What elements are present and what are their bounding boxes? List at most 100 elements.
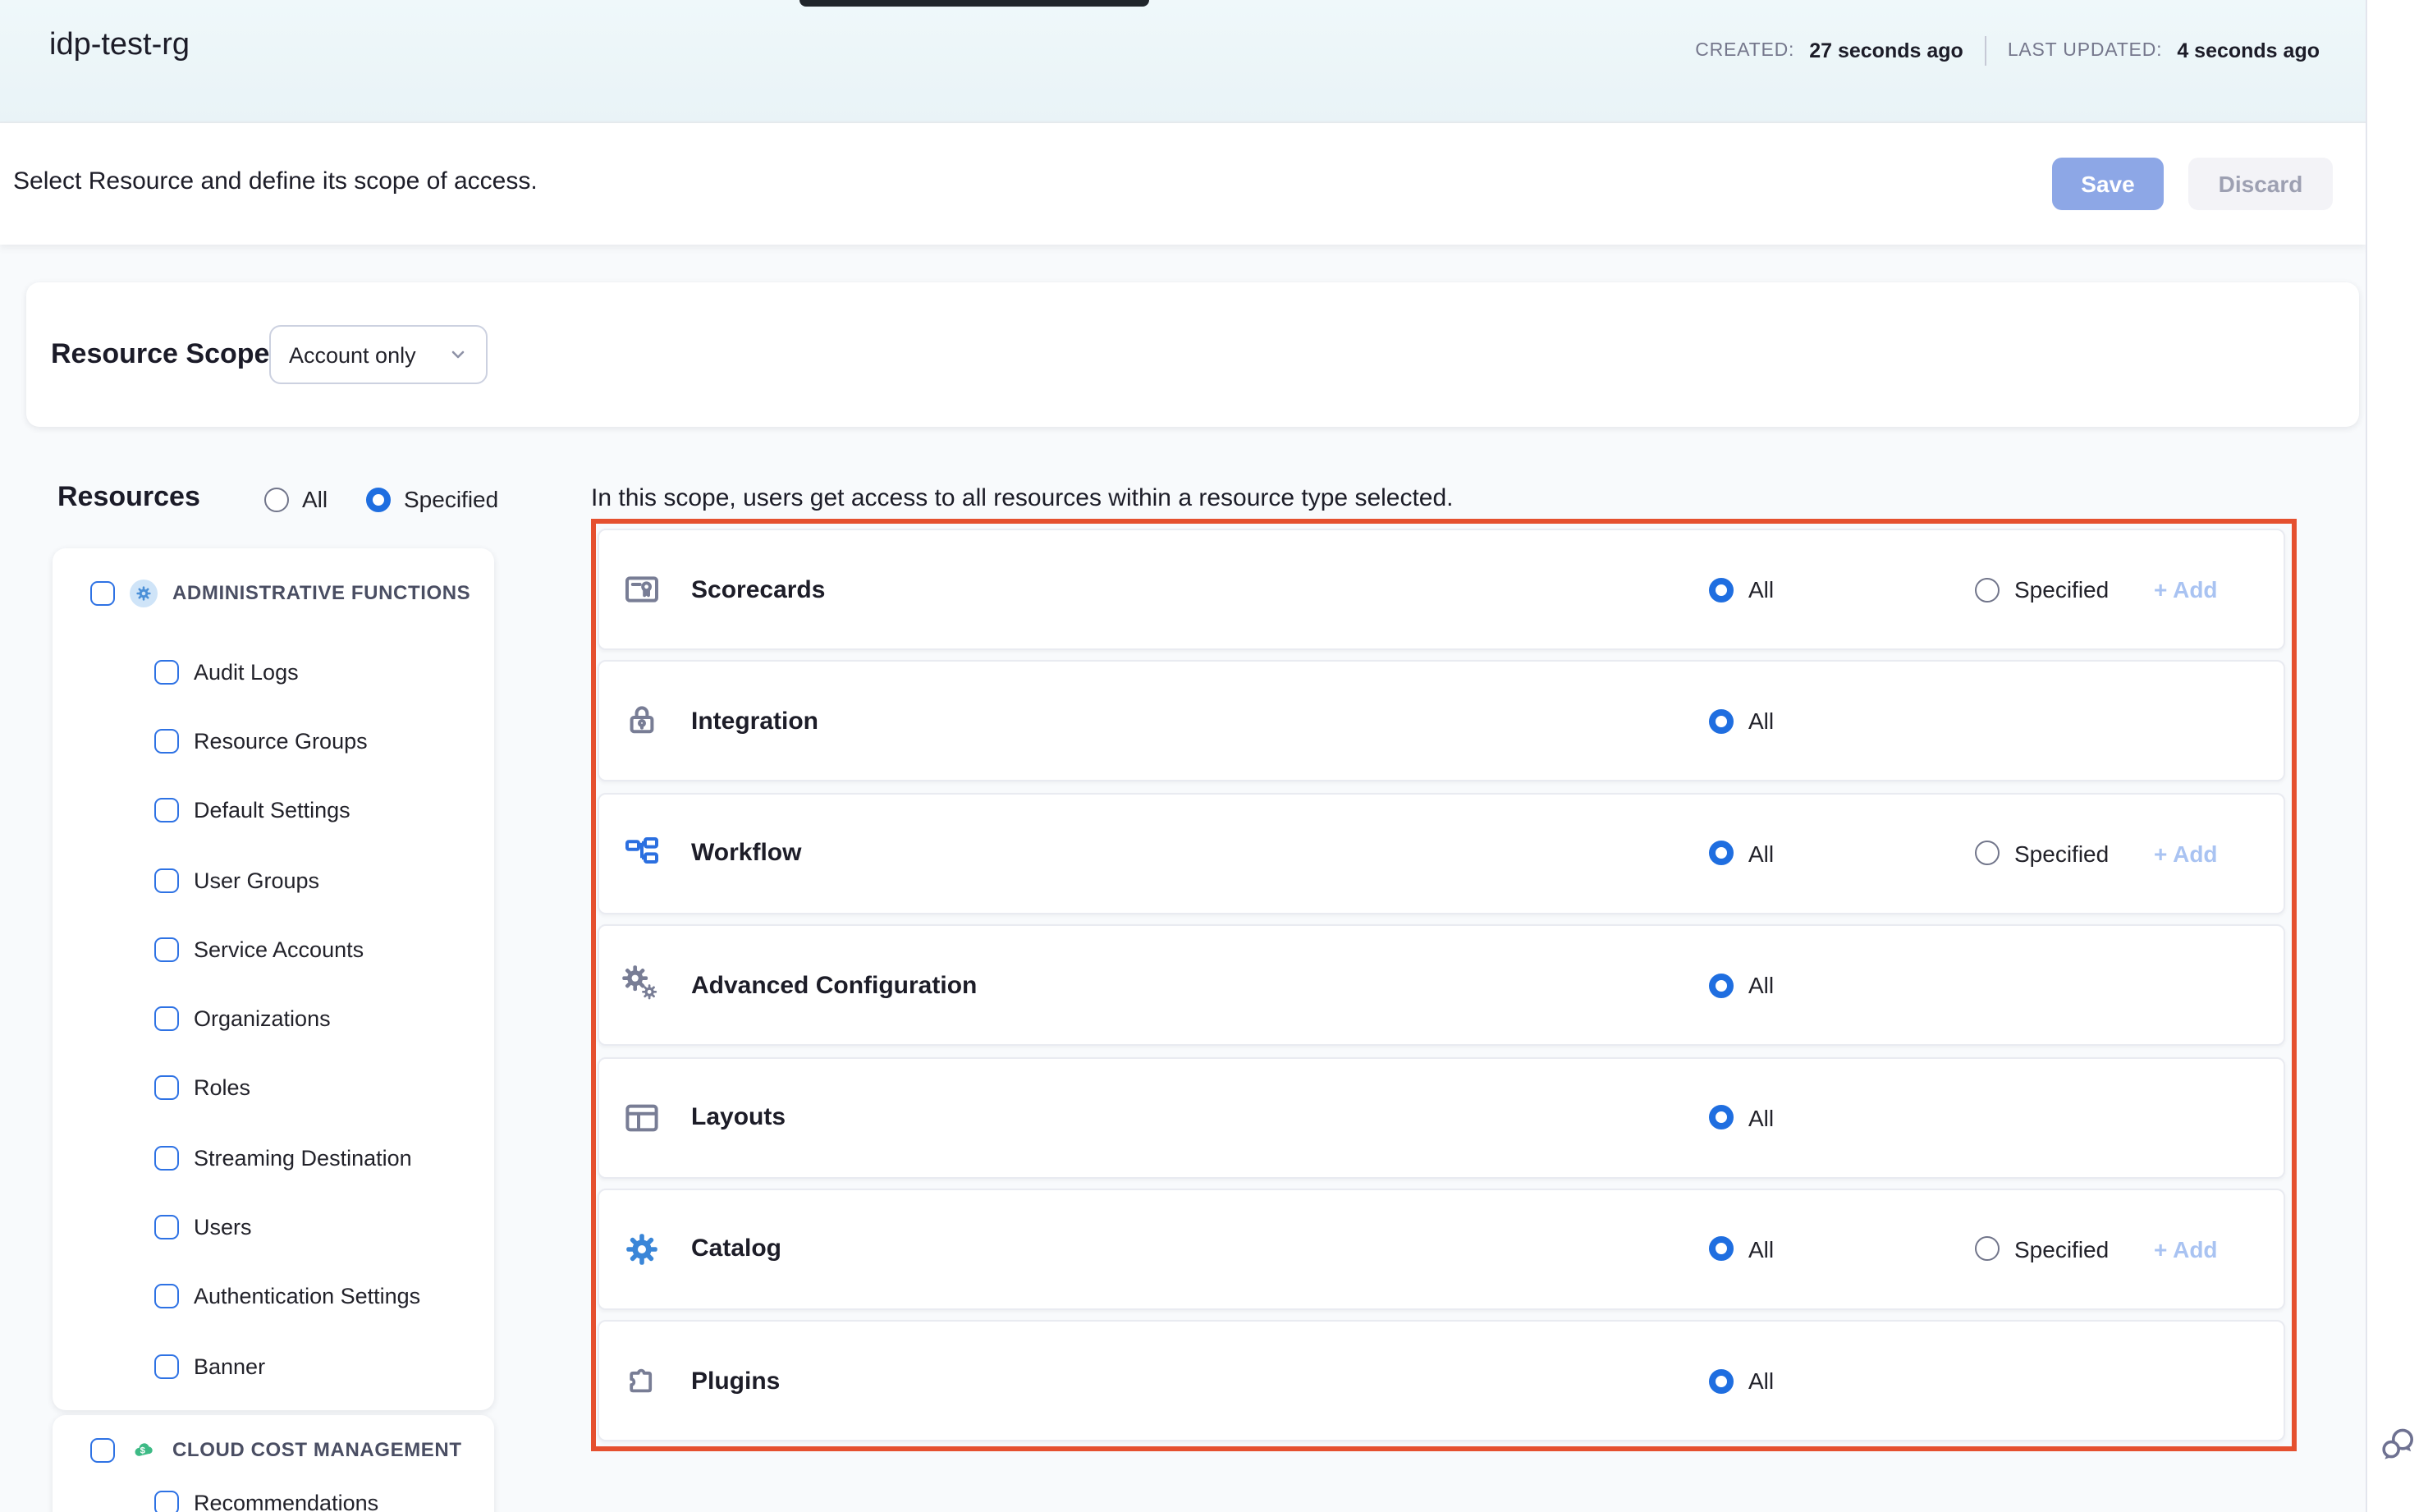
item-checkbox[interactable]: [154, 1076, 179, 1101]
row-add-button[interactable]: + Add: [2154, 576, 2218, 603]
module-checkbox[interactable]: [90, 580, 115, 605]
action-bar: Select Resource and define its scope of …: [0, 123, 2366, 245]
row-all-radio[interactable]: All: [1709, 841, 1774, 867]
right-rail: [2366, 0, 2428, 1512]
sidebar-resource-item[interactable]: Roles: [53, 1054, 494, 1124]
radio-selected-icon[interactable]: [1709, 709, 1734, 734]
row-add-button[interactable]: + Add: [2154, 841, 2218, 867]
item-checkbox[interactable]: [154, 1215, 179, 1239]
updated-value: 4 seconds ago: [2177, 39, 2320, 62]
resources-all-radio[interactable]: All: [264, 486, 328, 512]
row-all-radio[interactable]: All: [1709, 972, 1774, 998]
resource-scope-label: Resource Scope: [51, 338, 269, 371]
radio-selected-icon[interactable]: [1709, 577, 1734, 602]
row-specified-radio[interactable]: Specified: [1975, 1236, 2109, 1262]
resources-specified-label: Specified: [404, 486, 498, 512]
resource-type-row: Scorecards All Specified + Add: [598, 529, 2285, 650]
radio-selected-icon[interactable]: [1709, 1237, 1734, 1262]
resource-type-name: Catalog: [691, 1235, 781, 1263]
resource-scope-dropdown[interactable]: Account only: [269, 325, 488, 384]
item-checkbox[interactable]: [154, 1006, 179, 1031]
row-all-radio[interactable]: All: [1709, 1104, 1774, 1130]
resource-type-row: Catalog All Specified + Add: [598, 1189, 2285, 1310]
resource-type-name: Workflow: [691, 840, 801, 868]
row-add-button[interactable]: + Add: [2154, 1236, 2218, 1262]
row-all-radio[interactable]: All: [1709, 1236, 1774, 1262]
item-checkbox[interactable]: [154, 1490, 179, 1512]
sidebar-resource-item[interactable]: Default Settings: [53, 776, 494, 845]
sidebar-resource-item[interactable]: Streaming Destination: [53, 1123, 494, 1193]
sidebar-resource-item[interactable]: Audit Logs: [53, 637, 494, 707]
app-root: idp-test-rg CREATED: 27 seconds ago LAST…: [0, 0, 2428, 1512]
cloud-cost-module-icon: $: [130, 1436, 158, 1464]
resource-scope-card: Resource Scope Account only: [26, 282, 2359, 427]
module-header: $ CLOUD COST MANAGEMENT: [53, 1415, 494, 1468]
radio-unselected-icon[interactable]: [264, 487, 289, 511]
header-meta: CREATED: 27 seconds ago LAST UPDATED: 4 …: [1695, 36, 2320, 66]
row-all-radio[interactable]: All: [1709, 708, 1774, 735]
scorecards-icon: [622, 570, 662, 609]
sidebar-resource-item[interactable]: Recommendations: [53, 1468, 494, 1512]
item-checkbox[interactable]: [154, 1145, 179, 1170]
top-notch-bar: [799, 0, 1149, 7]
sidebar-resource-item[interactable]: User Groups: [53, 845, 494, 915]
action-description: Select Resource and define its scope of …: [13, 167, 538, 195]
radio-unselected-icon[interactable]: [1975, 1237, 2000, 1262]
module-name: CLOUD COST MANAGEMENT: [172, 1438, 462, 1461]
item-checkbox[interactable]: [154, 798, 179, 822]
row-specified-radio[interactable]: Specified: [1975, 576, 2109, 603]
resource-type-name: Plugins: [691, 1368, 780, 1395]
item-checkbox[interactable]: [154, 729, 179, 754]
resources-title: Resources: [57, 481, 200, 514]
radio-selected-icon[interactable]: [1709, 1105, 1734, 1129]
radio-selected-icon[interactable]: [1709, 841, 1734, 866]
row-all-radio[interactable]: All: [1709, 576, 1774, 603]
resource-type-row: Advanced Configuration All: [598, 924, 2285, 1046]
radio-unselected-icon[interactable]: [1975, 577, 2000, 602]
created-value: 27 seconds ago: [1809, 39, 1963, 62]
row-specified-radio[interactable]: Specified: [1975, 841, 2109, 867]
workflow-icon: [622, 834, 662, 873]
item-checkbox[interactable]: [154, 659, 179, 684]
item-checkbox[interactable]: [154, 868, 179, 892]
module-checkbox[interactable]: [90, 1437, 115, 1462]
resource-type-row: Integration All: [598, 661, 2285, 782]
sidebar-resource-item[interactable]: Resource Groups: [53, 707, 494, 777]
save-button[interactable]: Save: [2052, 158, 2164, 210]
admin-module-icon: [130, 579, 158, 607]
resource-type-name: Advanced Configuration: [691, 971, 977, 999]
catalog-icon: [622, 1230, 662, 1269]
page-title: idp-test-rg: [49, 28, 190, 64]
integration-icon: [622, 702, 662, 741]
item-checkbox[interactable]: [154, 1354, 179, 1378]
sidebar-resource-item[interactable]: Banner: [53, 1331, 494, 1401]
svg-text:$: $: [140, 1445, 146, 1455]
resource-scope-value: Account only: [289, 342, 448, 367]
radio-unselected-icon[interactable]: [1975, 841, 2000, 866]
sidebar-resource-item[interactable]: Organizations: [53, 984, 494, 1054]
sidebar-resource-item[interactable]: Service Accounts: [53, 914, 494, 984]
item-checkbox[interactable]: [154, 1285, 179, 1309]
sidebar-resource-item[interactable]: Users: [53, 1193, 494, 1262]
row-all-radio[interactable]: All: [1709, 1368, 1774, 1395]
meta-divider: [1985, 36, 1986, 66]
chevron-down-icon: [448, 345, 468, 364]
resources-specified-radio[interactable]: Specified: [366, 486, 498, 512]
advanced-configuration-icon: [622, 965, 662, 1005]
radio-selected-icon[interactable]: [1709, 973, 1734, 997]
updated-label: LAST UPDATED:: [2008, 41, 2163, 61]
resource-type-name: Integration: [691, 708, 818, 735]
sidebar-resource-item[interactable]: Authentication Settings: [53, 1262, 494, 1331]
resources-all-label: All: [302, 486, 328, 512]
created-label: CREATED:: [1695, 41, 1794, 61]
item-checkbox[interactable]: [154, 937, 179, 962]
radio-selected-icon[interactable]: [1709, 1369, 1734, 1394]
chat-bubbles-icon[interactable]: [2379, 1425, 2418, 1464]
sidebar-module-card: ADMINISTRATIVE FUNCTIONS Audit Logs Reso…: [53, 548, 494, 1410]
radio-selected-icon[interactable]: [366, 487, 391, 511]
sidebar-module-card: $ CLOUD COST MANAGEMENT Recommendations: [53, 1415, 494, 1512]
plugins-icon: [622, 1362, 662, 1401]
module-name: ADMINISTRATIVE FUNCTIONS: [172, 581, 470, 604]
resource-type-row: Plugins All: [598, 1321, 2285, 1442]
discard-button[interactable]: Discard: [2188, 158, 2333, 210]
